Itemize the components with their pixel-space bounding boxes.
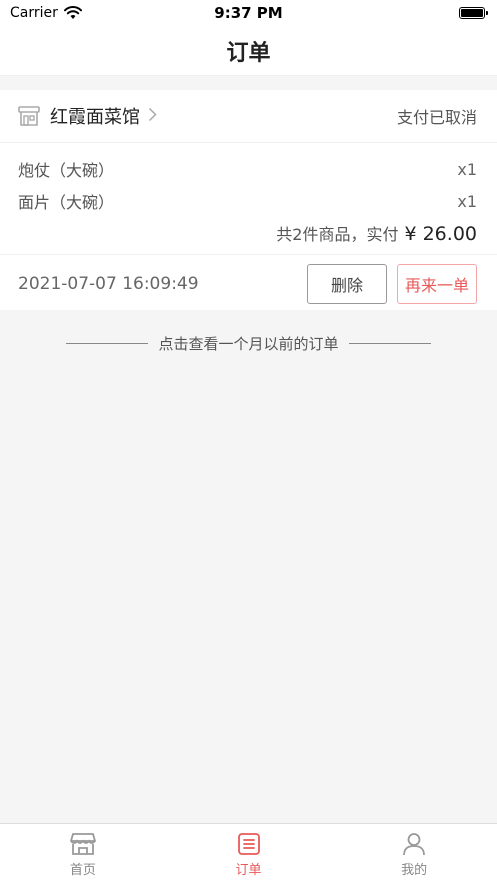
order-time: 2021-07-07 16:09:49 — [18, 273, 199, 294]
tab-label: 首页 — [69, 863, 96, 878]
delete-button[interactable]: 删除 — [307, 263, 387, 304]
item-name: 面片（大碗） — [18, 193, 115, 212]
order-list-icon — [237, 833, 260, 855]
order-total: 共2件商品，实付 ¥ 26.00 — [0, 217, 497, 255]
tab-profile[interactable]: 我的 — [331, 824, 497, 883]
tab-label: 我的 — [401, 863, 428, 878]
navigation-bar: 订单 — [0, 26, 497, 76]
order-items: 炮仗（大碗） x1 面片（大碗） x1 — [0, 143, 497, 217]
older-orders-label: 点击查看一个月以前的订单 — [158, 334, 339, 353]
list-item: 面片（大碗） x1 — [18, 185, 477, 217]
total-label: 共2件商品，实付 — [276, 225, 399, 244]
divider-line — [348, 342, 431, 344]
view-older-orders-link[interactable]: 点击查看一个月以前的订单 — [0, 330, 497, 356]
chevron-right-icon — [148, 106, 157, 127]
status-bar: Carrier 9:37 PM — [0, 0, 497, 26]
item-quantity: x1 — [457, 191, 477, 211]
order-status: 支付已取消 — [396, 108, 477, 127]
tab-home[interactable]: 首页 — [0, 824, 166, 883]
wifi-icon — [63, 6, 82, 19]
item-name: 炮仗（大碗） — [18, 161, 115, 180]
tab-label: 订单 — [235, 863, 262, 878]
order-actions: 2021-07-07 16:09:49 删除 再来一单 — [0, 255, 497, 312]
divider-line — [66, 342, 149, 344]
item-quantity: x1 — [457, 159, 477, 179]
battery-icon — [459, 7, 488, 19]
carrier-info: Carrier — [10, 5, 82, 21]
tab-orders[interactable]: 订单 — [166, 824, 332, 883]
reorder-button[interactable]: 再来一单 — [397, 263, 477, 304]
tab-bar: 首页 订单 我的 — [0, 823, 497, 883]
shop-icon — [69, 833, 96, 855]
total-price: ¥ 26.00 — [404, 223, 477, 245]
shop-row[interactable]: 红霞面菜馆 支付已取消 — [0, 90, 497, 143]
page-title: 订单 — [226, 40, 271, 66]
user-icon — [403, 833, 426, 856]
store-icon — [18, 106, 40, 126]
order-card: 红霞面菜馆 支付已取消 炮仗（大碗） x1 面片（大碗） x1 共2件商品，实付… — [0, 90, 497, 310]
shop-name: 红霞面菜馆 — [50, 107, 140, 128]
carrier-label: Carrier — [10, 5, 58, 21]
list-item: 炮仗（大碗） x1 — [18, 153, 477, 185]
